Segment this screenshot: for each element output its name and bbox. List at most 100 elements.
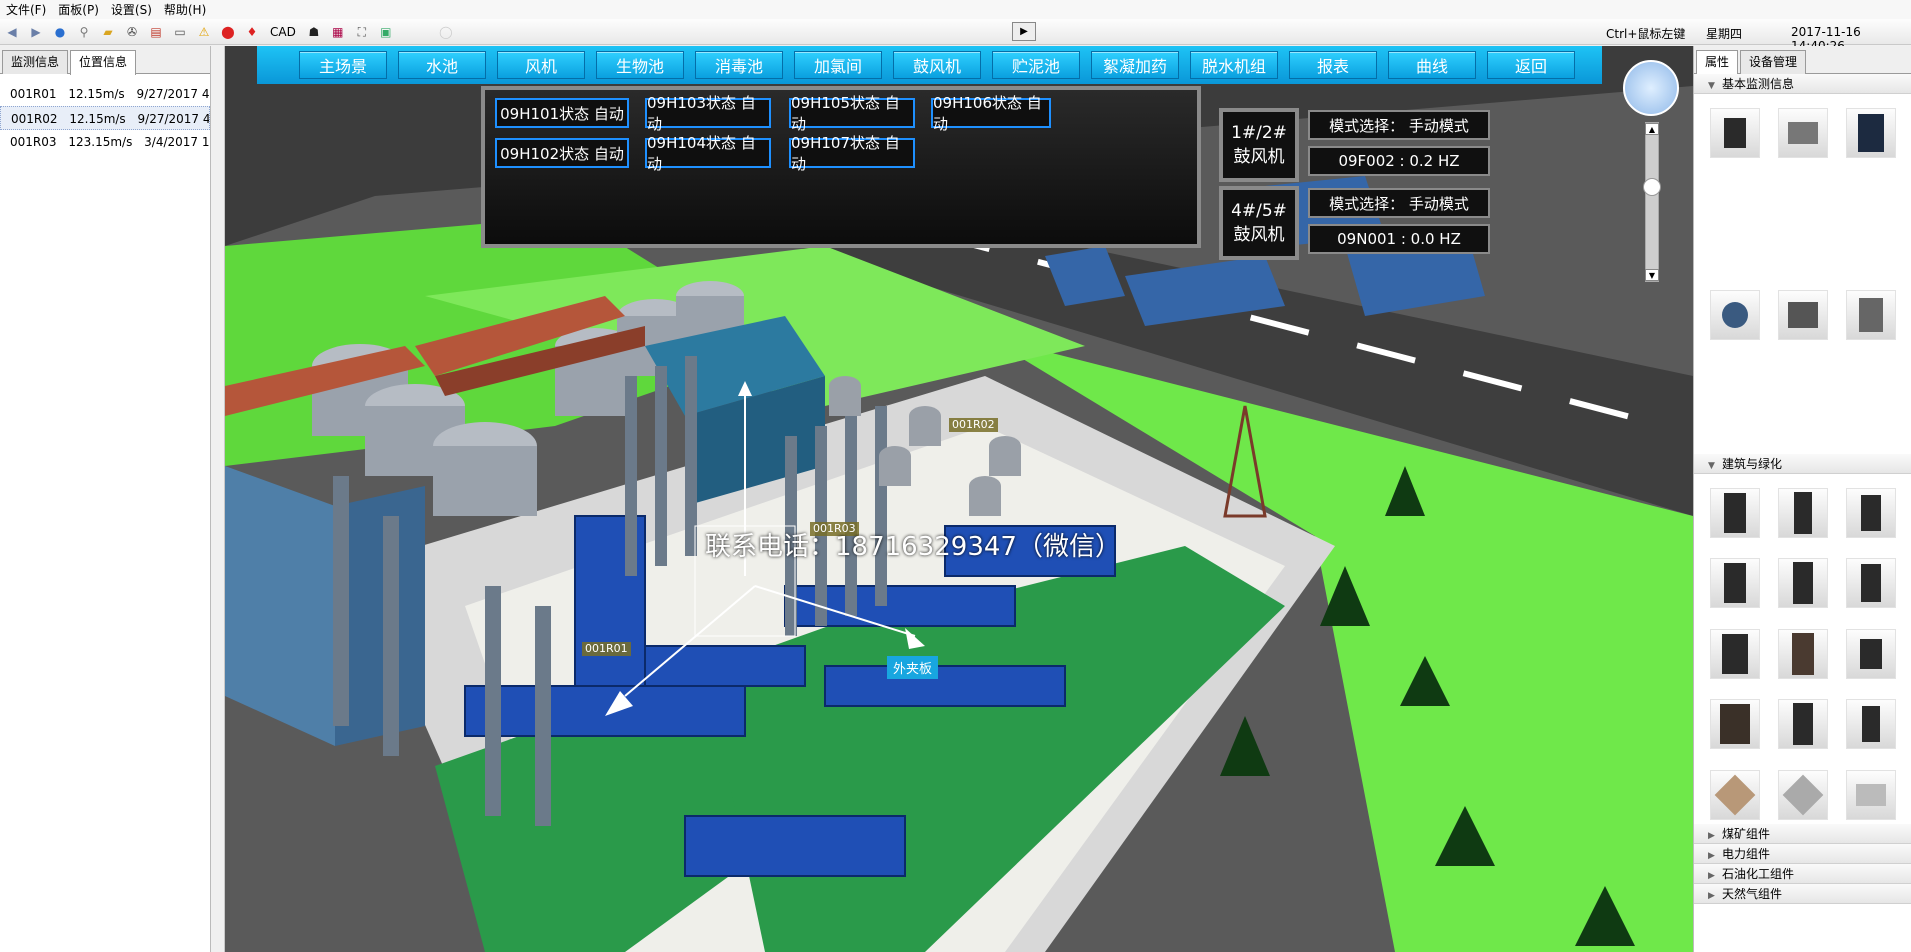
building-icon[interactable] <box>1846 628 1896 679</box>
fullscreen-icon[interactable]: ⛶ <box>354 24 370 40</box>
position-id: 001R01 <box>10 87 57 101</box>
position-time: 9/27/2017 4:00 <box>137 112 210 126</box>
building-icon[interactable] <box>1710 628 1760 679</box>
list-item[interactable]: 001R02 12.15m/s 9/27/2017 4:00 <box>0 106 210 130</box>
building-icon[interactable] <box>1778 488 1828 538</box>
section-petrochemical[interactable]: ▶ 石油化工组件 <box>1694 864 1911 884</box>
folder-icon[interactable]: ▰ <box>100 24 116 40</box>
menu-panel[interactable]: 面板(P) <box>56 1 109 18</box>
compass-control[interactable] <box>1623 60 1679 116</box>
cad-button[interactable]: CAD <box>270 25 296 39</box>
toolbar: ◀ ▶ ● ⚲ ▰ ✇ ▤ ▭ ⚠ ⬤ ♦ CAD ☗ ▦ ⛶ ▣ ◯ ▶ Ct… <box>0 19 1911 53</box>
location-pin-icon[interactable]: ⬤ <box>220 24 236 40</box>
sensor-box-icon[interactable] <box>1778 108 1828 158</box>
ground-tile-icon[interactable] <box>1846 769 1896 820</box>
position-speed: 12.15m/s <box>68 87 125 101</box>
window-icon[interactable]: ▭ <box>172 24 188 40</box>
collapsed-arrow-icon: ▶ <box>1708 851 1715 861</box>
section-title: 石油化工组件 <box>1722 867 1795 881</box>
list-item[interactable]: 001R03 123.15m/s 3/4/2017 12:0 <box>0 130 210 154</box>
left-panel: 监测信息 位置信息 001R01 12.15m/s 9/27/2017 4:00… <box>0 46 211 952</box>
section-title: 电力组件 <box>1722 847 1771 861</box>
flow-sensor-icon[interactable] <box>1710 290 1760 340</box>
blower-4-5-mode: 模式选择： 手动模式 <box>1308 188 1490 218</box>
nav-fan[interactable]: 风机 <box>497 51 585 79</box>
menu-settings[interactable]: 设置(S) <box>109 1 162 18</box>
tab-monitoring-info[interactable]: 监测信息 <box>2 50 69 74</box>
marker-icon[interactable]: ♦ <box>244 24 260 40</box>
sensor-tag-001r01[interactable]: 001R01 <box>582 642 631 656</box>
calculator-icon[interactable]: ▦ <box>330 24 346 40</box>
3d-viewport[interactable]: 主场景 水池 风机 生物池 消毒池 加氯间 鼓风机 贮泥池 絮凝加药 脱水机组 … <box>225 46 1693 952</box>
panel-splitter[interactable] <box>211 46 225 952</box>
zoom-slider[interactable]: ▲ ▼ <box>1645 122 1659 282</box>
nav-disinfection-pool[interactable]: 消毒池 <box>695 51 783 79</box>
nav-report[interactable]: 报表 <box>1289 51 1377 79</box>
ground-tile-icon[interactable] <box>1710 769 1760 820</box>
building-icon[interactable] <box>1778 699 1828 750</box>
nav-dewatering-unit[interactable]: 脱水机组 <box>1190 51 1278 79</box>
building-icon[interactable] <box>1778 558 1828 609</box>
menu-help[interactable]: 帮助(H) <box>162 1 216 18</box>
status-09h101: 09H101状态 自动 <box>495 98 629 128</box>
list-item[interactable]: 001R01 12.15m/s 9/27/2017 4:00 <box>0 82 210 106</box>
forward-arrow-icon[interactable]: ▶ <box>28 24 44 40</box>
building-icon[interactable] <box>1710 699 1760 750</box>
collapsed-arrow-icon: ▶ <box>1708 891 1715 901</box>
nav-flocculation-dosing[interactable]: 絮凝加药 <box>1091 51 1179 79</box>
building-icon[interactable] <box>1846 558 1896 609</box>
nav-return[interactable]: 返回 <box>1487 51 1575 79</box>
image-icon[interactable]: ▣ <box>378 24 394 40</box>
building-icon[interactable] <box>1710 558 1760 609</box>
section-power[interactable]: ▶ 电力组件 <box>1694 844 1911 864</box>
tab-properties[interactable]: 属性 <box>1696 50 1739 75</box>
building-icon[interactable] <box>1778 628 1828 679</box>
nav-water-pool[interactable]: 水池 <box>398 51 486 79</box>
zoom-out-button[interactable]: ▼ <box>1645 269 1659 281</box>
tool-icon[interactable]: ✇ <box>124 24 140 40</box>
hierarchy-icon[interactable]: ☗ <box>306 24 322 40</box>
zoom-in-button[interactable]: ▲ <box>1645 123 1659 135</box>
section-natural-gas[interactable]: ▶ 天然气组件 <box>1694 884 1911 904</box>
blower-1-2-frequency: 09F002 : 0.2 HZ <box>1308 146 1490 176</box>
building-icon[interactable] <box>1846 699 1896 750</box>
section-title: 建筑与绿化 <box>1722 457 1783 471</box>
nav-sludge-tank[interactable]: 贮泥池 <box>992 51 1080 79</box>
contact-watermark: 联系电话：18716329347（微信） <box>705 532 1121 562</box>
blower-number: 4#/5# <box>1231 201 1287 221</box>
nav-chlorination-room[interactable]: 加氯间 <box>794 51 882 79</box>
position-time: 9/27/2017 4:00 <box>136 87 210 101</box>
status-09h107: 09H107状态 自动 <box>789 134 915 173</box>
warning-icon[interactable]: ⚠ <box>196 24 212 40</box>
section-basic-monitoring[interactable]: ▼ 基本监测信息 <box>1694 74 1911 94</box>
globe-icon[interactable]: ● <box>52 24 68 40</box>
blower-1-2-mode: 模式选择： 手动模式 <box>1308 110 1490 140</box>
back-arrow-icon[interactable]: ◀ <box>4 24 20 40</box>
zoom-slider-handle[interactable] <box>1643 178 1661 196</box>
menu-file[interactable]: 文件(F) <box>4 1 56 18</box>
scene-nav-bar: 主场景 水池 风机 生物池 消毒池 加氯间 鼓风机 贮泥池 絮凝加药 脱水机组 … <box>257 46 1602 84</box>
blower-1-2-label: 1#/2# 鼓风机 <box>1219 108 1299 182</box>
ground-tile-icon[interactable] <box>1778 769 1828 820</box>
play-button[interactable]: ▶ <box>1012 22 1036 41</box>
tab-device-management[interactable]: 设备管理 <box>1740 50 1807 74</box>
status-09h103: 09H103状态 自动 <box>645 94 771 133</box>
section-buildings-greenery[interactable]: ▼ 建筑与绿化 <box>1694 454 1911 474</box>
section-coal-mine[interactable]: ▶ 煤矿组件 <box>1694 824 1911 844</box>
tab-location-info[interactable]: 位置信息 <box>70 50 137 75</box>
meter-icon[interactable] <box>1846 108 1896 158</box>
pipe-valve-icon[interactable] <box>1778 290 1828 340</box>
nav-curve[interactable]: 曲线 <box>1388 51 1476 79</box>
building-icon[interactable] <box>1846 488 1896 538</box>
nav-main-scene[interactable]: 主场景 <box>299 51 387 79</box>
nav-blower[interactable]: 鼓风机 <box>893 51 981 79</box>
nav-bio-pool[interactable]: 生物池 <box>596 51 684 79</box>
panel-device-icon[interactable] <box>1846 290 1896 340</box>
building-icon[interactable] <box>1710 488 1760 538</box>
clock-icon[interactable]: ◯ <box>438 24 454 40</box>
sensor-device-icon[interactable] <box>1710 108 1760 158</box>
link-icon[interactable]: ⚲ <box>76 24 92 40</box>
sensor-tag-001r02[interactable]: 001R02 <box>949 418 998 432</box>
outer-plate-label[interactable]: 外夹板 <box>887 656 939 679</box>
document-icon[interactable]: ▤ <box>148 24 164 40</box>
